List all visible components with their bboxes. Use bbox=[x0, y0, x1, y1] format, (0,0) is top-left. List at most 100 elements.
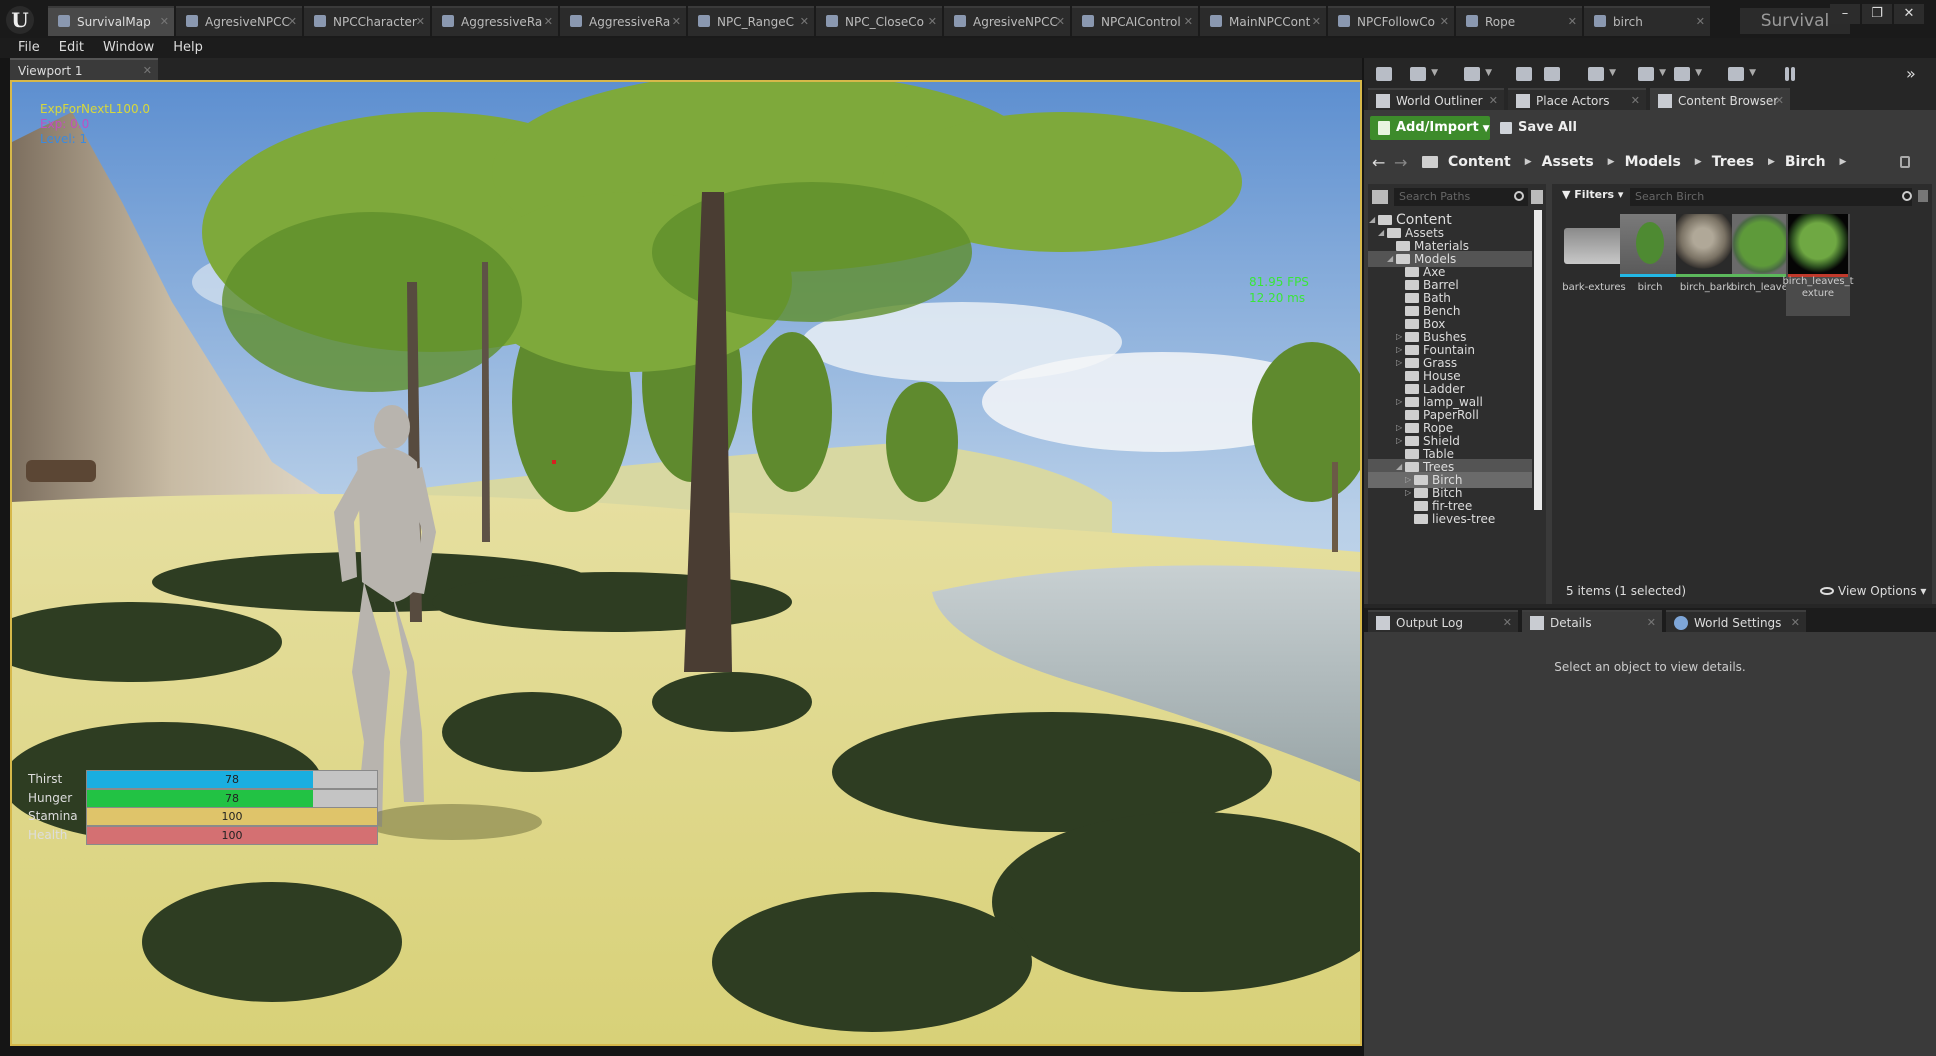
document-tab[interactable]: AgresiveNPCC ✕ bbox=[944, 6, 1070, 36]
tab-details[interactable]: Details ✕ bbox=[1522, 610, 1662, 632]
collapsed-arrow-icon[interactable]: ▷ bbox=[1396, 433, 1402, 449]
filters-button[interactable]: ▼ Filters ▾ bbox=[1562, 188, 1623, 201]
close-icon[interactable]: ✕ bbox=[1791, 612, 1800, 634]
view-options-button[interactable]: View Options ▾ bbox=[1820, 584, 1926, 598]
close-icon[interactable]: ✕ bbox=[1184, 8, 1193, 36]
save-search-icon[interactable] bbox=[1918, 190, 1928, 202]
collapsed-arrow-icon[interactable]: ▷ bbox=[1396, 394, 1402, 410]
settings-icon[interactable]: ▼ bbox=[1584, 64, 1616, 84]
asset-tile[interactable]: bark-extures bbox=[1562, 214, 1626, 316]
expanded-arrow-icon[interactable]: ◢ bbox=[1387, 251, 1393, 267]
tab-place-actors[interactable]: Place Actors ✕ bbox=[1508, 88, 1646, 110]
document-tab[interactable]: MainNPCCont ✕ bbox=[1200, 6, 1326, 36]
close-icon[interactable]: ✕ bbox=[288, 8, 297, 36]
asset-tile[interactable]: birch_leaves bbox=[1730, 214, 1794, 316]
close-icon[interactable]: ✕ bbox=[1503, 612, 1512, 634]
tab-world-outliner[interactable]: World Outliner ✕ bbox=[1368, 88, 1504, 110]
back-icon[interactable]: ← bbox=[1372, 153, 1386, 172]
close-icon[interactable]: ✕ bbox=[1312, 8, 1321, 36]
pause-icon[interactable] bbox=[1778, 64, 1802, 84]
document-tab[interactable]: AggressiveRa ✕ bbox=[560, 6, 686, 36]
menu-edit[interactable]: Edit bbox=[51, 38, 95, 58]
marketplace-icon[interactable] bbox=[1540, 64, 1564, 84]
cinematics-icon[interactable]: ▼ bbox=[1670, 64, 1702, 84]
document-tab[interactable]: NPCCharacter ✕ bbox=[304, 6, 430, 36]
folder-tree-item[interactable]: lieves-tree bbox=[1414, 511, 1495, 527]
asset-tile[interactable]: birch bbox=[1618, 214, 1682, 316]
content-icon[interactable] bbox=[1512, 64, 1536, 84]
list-icon[interactable] bbox=[1531, 190, 1543, 204]
tab-world-settings[interactable]: World Settings ✕ bbox=[1666, 610, 1806, 632]
expanded-arrow-icon[interactable]: ◢ bbox=[1369, 212, 1375, 228]
chevron-right-icon[interactable]: ▶ bbox=[1608, 157, 1615, 167]
document-tab[interactable]: NPCAIControl ✕ bbox=[1072, 6, 1198, 36]
asset-view: ▼ Filters ▾ Search Birch bark-extures bir… bbox=[1552, 184, 1932, 604]
close-icon[interactable]: ✕ bbox=[1489, 90, 1498, 112]
close-icon[interactable]: ✕ bbox=[1775, 90, 1784, 112]
close-icon[interactable]: ✕ bbox=[1631, 90, 1640, 112]
search-paths-input[interactable]: Search Paths bbox=[1394, 188, 1528, 206]
breadcrumb-content[interactable]: Content bbox=[1448, 154, 1511, 170]
document-tab[interactable]: SurvivalMap ✕ bbox=[48, 6, 174, 36]
expanded-arrow-icon[interactable]: ◢ bbox=[1378, 225, 1384, 241]
save-icon[interactable] bbox=[1372, 64, 1396, 84]
minimize-button[interactable]: – bbox=[1830, 4, 1860, 24]
document-tab[interactable]: NPC_CloseCo ✕ bbox=[816, 6, 942, 36]
tab-output-log[interactable]: Output Log ✕ bbox=[1368, 610, 1518, 632]
document-tab[interactable]: AggressiveRa ✕ bbox=[432, 6, 558, 36]
build-icon[interactable]: ▼ bbox=[1724, 64, 1756, 84]
level-viewport[interactable]: ExpForNextL100.0 Exp: 0.0 Level: 1 81.95… bbox=[10, 80, 1362, 1046]
document-tab[interactable]: birch ✕ bbox=[1584, 6, 1710, 36]
close-icon[interactable]: ✕ bbox=[800, 8, 809, 36]
viewport-tab[interactable]: Viewport 1 ✕ bbox=[10, 58, 158, 80]
menu-help[interactable]: Help bbox=[165, 38, 214, 58]
chevron-right-icon[interactable]: ▶ bbox=[1695, 157, 1702, 167]
menu-window[interactable]: Window bbox=[95, 38, 165, 58]
add-import-button[interactable]: Add/Import ▼ bbox=[1370, 116, 1490, 140]
asset-tile[interactable]: birch_leaves_texture bbox=[1782, 214, 1854, 316]
menu-file[interactable]: File bbox=[10, 38, 51, 58]
document-tab[interactable]: AgresiveNPCC ✕ bbox=[176, 6, 302, 36]
maximize-button[interactable]: ❐ bbox=[1862, 4, 1892, 24]
collapsed-arrow-icon[interactable]: ▷ bbox=[1405, 485, 1411, 501]
close-icon[interactable]: ✕ bbox=[1696, 8, 1705, 36]
blueprints-icon[interactable]: ▼ bbox=[1634, 64, 1666, 84]
close-icon[interactable]: ✕ bbox=[928, 8, 937, 36]
close-icon[interactable]: ✕ bbox=[672, 8, 681, 36]
chevron-right-icon[interactable]: ▶ bbox=[1840, 157, 1847, 167]
breadcrumb-models[interactable]: Models bbox=[1625, 154, 1681, 170]
unreal-logo-icon[interactable]: U bbox=[6, 6, 34, 34]
close-button[interactable]: ✕ bbox=[1894, 4, 1924, 24]
close-icon[interactable]: ✕ bbox=[544, 8, 553, 36]
save-all-button[interactable]: Save All bbox=[1498, 116, 1588, 140]
scrollbar[interactable] bbox=[1534, 210, 1542, 510]
asset-tile[interactable]: birch_bark bbox=[1674, 214, 1738, 316]
close-icon[interactable]: ✕ bbox=[1568, 8, 1577, 36]
breadcrumb-birch[interactable]: Birch bbox=[1785, 154, 1826, 170]
chevron-right-icon[interactable]: ▶ bbox=[1525, 157, 1532, 167]
close-icon[interactable]: ✕ bbox=[1647, 612, 1656, 634]
search-assets-input[interactable]: Search Birch bbox=[1630, 188, 1912, 206]
chevron-right-icon[interactable]: ▶ bbox=[1768, 157, 1775, 167]
collapsed-arrow-icon[interactable]: ▷ bbox=[1396, 355, 1402, 371]
folder-icon[interactable] bbox=[1422, 156, 1438, 168]
breadcrumb-trees[interactable]: Trees bbox=[1712, 154, 1754, 170]
save-all-label: Save All bbox=[1518, 120, 1577, 135]
expand-toolbar-icon[interactable]: » bbox=[1902, 64, 1926, 84]
close-icon[interactable]: ✕ bbox=[143, 60, 152, 82]
forward-icon[interactable]: → bbox=[1394, 153, 1408, 172]
close-icon[interactable]: ✕ bbox=[1056, 8, 1065, 36]
close-icon[interactable]: ✕ bbox=[1440, 8, 1449, 36]
tab-content-browser[interactable]: Content Browser ✕ bbox=[1650, 88, 1790, 110]
close-icon[interactable]: ✕ bbox=[160, 8, 169, 36]
document-tab[interactable]: NPCFollowCo ✕ bbox=[1328, 6, 1454, 36]
document-tab[interactable]: Rope ✕ bbox=[1456, 6, 1582, 36]
source-control-icon[interactable]: ▼ bbox=[1406, 64, 1438, 84]
close-icon[interactable]: ✕ bbox=[416, 8, 425, 36]
sources-toggle-icon[interactable] bbox=[1372, 190, 1388, 204]
folder-icon bbox=[1405, 332, 1419, 342]
lock-icon[interactable] bbox=[1900, 156, 1910, 168]
document-tab[interactable]: NPC_RangeC ✕ bbox=[688, 6, 814, 36]
modes-icon[interactable]: ▼ bbox=[1460, 64, 1492, 84]
breadcrumb-assets[interactable]: Assets bbox=[1542, 154, 1594, 170]
